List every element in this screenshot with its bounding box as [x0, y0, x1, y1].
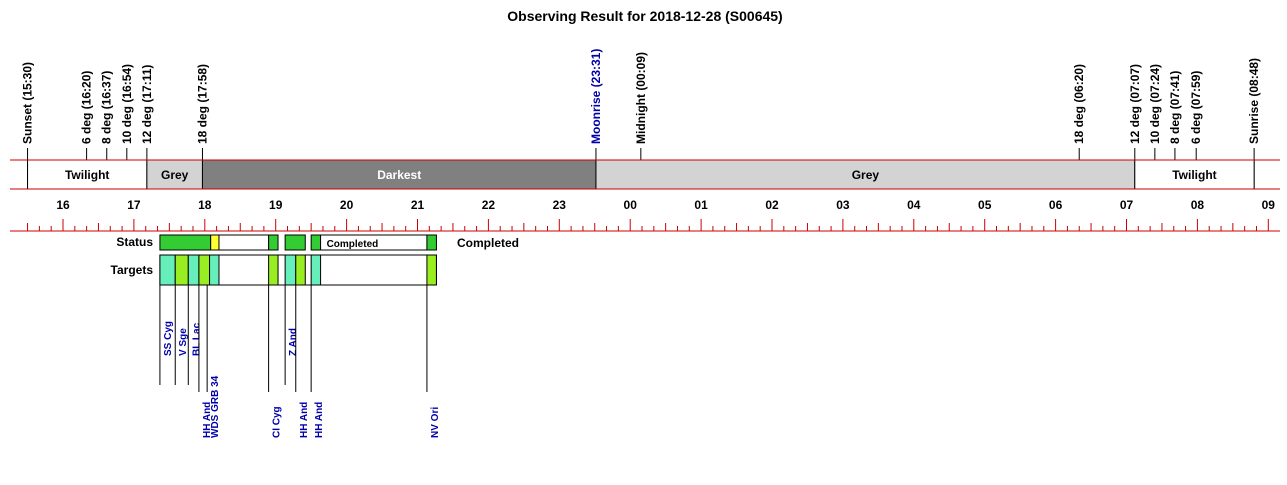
target-block	[187, 254, 200, 286]
event-label: 8 deg (07:41)	[1168, 71, 1182, 144]
event-label: 8 deg (16:37)	[100, 71, 114, 144]
event-label: 10 deg (07:24)	[1148, 64, 1162, 144]
sky-periods-band: Twilight Grey Darkest Grey Twilight	[10, 159, 1280, 190]
target-name-labels: SS Cyg V Sge BL Lac HH And WDS GRB 34 CI Cyg Z…	[159, 285, 441, 438]
tick-label: 03	[836, 198, 850, 212]
status-segment	[284, 234, 306, 251]
tick-label: 02	[765, 198, 779, 212]
target-block	[295, 254, 306, 286]
chart-title: Observing Result for 2018-12-28 (S00645)	[507, 8, 782, 24]
period-label: Grey	[852, 168, 880, 182]
target-block	[310, 254, 322, 286]
target-block	[426, 254, 437, 286]
event-label: 18 deg (06:20)	[1072, 64, 1086, 144]
status-segment-label: Completed	[327, 239, 379, 250]
observing-timeline-chart: Observing Result for 2018-12-28 (S00645)…	[10, 8, 1280, 438]
target-name-label: SS Cyg	[163, 321, 174, 356]
tick-label: 21	[411, 198, 425, 212]
tick-label: 23	[553, 198, 567, 212]
tick-label: 00	[624, 198, 638, 212]
tick-label: 04	[907, 198, 921, 212]
event-label: Sunset (15:30)	[21, 62, 35, 144]
event-label: 12 deg (17:11)	[140, 65, 154, 144]
targets-row-label: Targets	[111, 263, 154, 277]
period-label: Twilight	[65, 168, 109, 182]
event-label: 18 deg (17:58)	[195, 64, 209, 144]
tick-label: 22	[482, 198, 496, 212]
tick-label: 18	[198, 198, 212, 212]
status-segment	[268, 234, 279, 251]
target-name-label: V Sge	[178, 328, 189, 356]
period-label: Grey	[161, 168, 189, 182]
time-axis: 16 17 18 19 20 21 22 23 00 01 02 03 04 05 06 07 08 09	[10, 198, 1280, 232]
event-label: Moonrise (23:31)	[589, 49, 603, 144]
target-name-label: CI Cyg	[272, 406, 283, 438]
tick-label: 01	[694, 198, 708, 212]
event-label: 10 deg (16:54)	[120, 64, 134, 144]
tick-label: 17	[127, 198, 141, 212]
tick-label: 20	[340, 198, 354, 212]
status-segment	[310, 234, 322, 251]
status-summary: Completed	[457, 236, 519, 250]
target-name-label: Z And	[288, 328, 299, 356]
period-label: Darkest	[377, 168, 421, 182]
target-name-label: WDS GRB 34	[210, 375, 221, 438]
status-row: Completed	[159, 234, 437, 251]
status-segment	[159, 234, 212, 251]
target-block	[159, 254, 176, 286]
tick-label: 16	[56, 198, 70, 212]
tick-label: 09	[1262, 198, 1276, 212]
target-block	[174, 254, 189, 286]
target-block	[198, 254, 211, 286]
target-block	[268, 254, 279, 286]
target-name-label: NV Ori	[430, 407, 441, 438]
event-label: 6 deg (07:59)	[1189, 71, 1203, 144]
target-name-label: HH And	[299, 402, 310, 438]
tick-label: 08	[1191, 198, 1205, 212]
targets-row	[159, 254, 437, 286]
status-segment	[426, 234, 437, 251]
event-label: Sunrise (08:48)	[1247, 58, 1261, 144]
event-label: 6 deg (16:20)	[80, 71, 94, 144]
status-segment	[210, 234, 220, 251]
tick-label: 05	[978, 198, 992, 212]
event-label: Midnight (00:09)	[634, 52, 648, 144]
tick-label: 06	[1049, 198, 1063, 212]
status-segment	[218, 234, 270, 251]
target-name-label: HH And	[314, 402, 325, 438]
tick-label: 07	[1120, 198, 1134, 212]
tick-label: 19	[269, 198, 283, 212]
event-label: 12 deg (07:07)	[1128, 64, 1142, 144]
period-label: Twilight	[1172, 168, 1216, 182]
status-row-label: Status	[116, 235, 153, 249]
target-name-label: BL Lac	[191, 322, 202, 356]
target-block	[209, 254, 220, 286]
target-block	[284, 254, 297, 286]
